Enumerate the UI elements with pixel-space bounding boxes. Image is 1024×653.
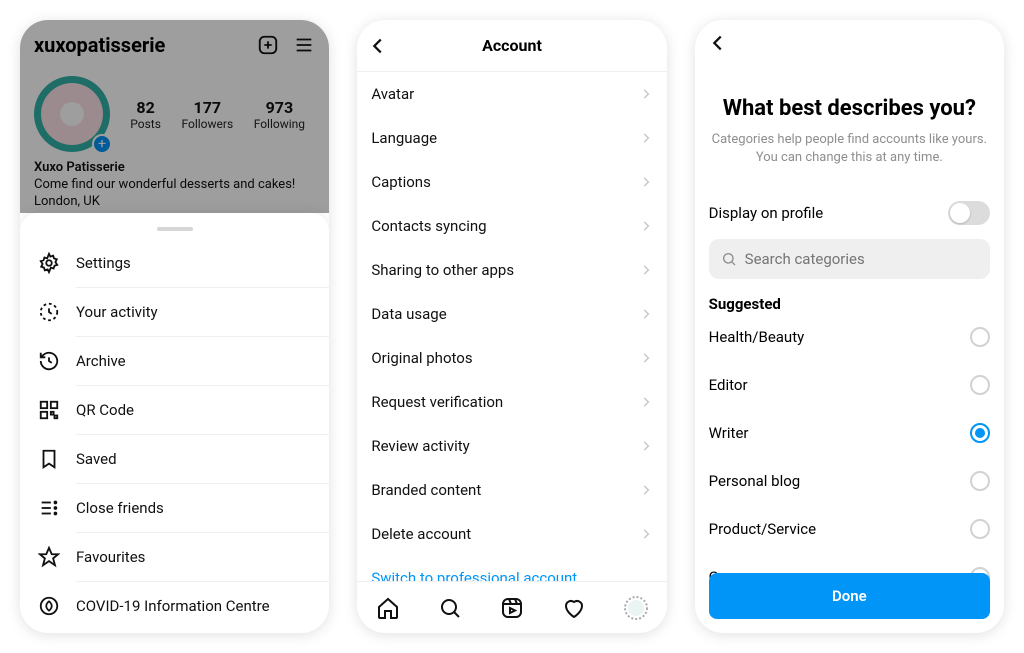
- chevron-right-icon: [639, 131, 653, 145]
- tab-search-icon[interactable]: [438, 596, 462, 620]
- chevron-right-icon: [639, 175, 653, 189]
- category-body[interactable]: What best describes you? Categories help…: [695, 66, 1004, 633]
- menu-item-qr-code[interactable]: QR Code: [20, 386, 329, 434]
- page-subtitle: Categories help people find accounts lik…: [709, 131, 990, 167]
- star-icon: [38, 546, 60, 568]
- list-item-original-photos[interactable]: Original photos: [357, 336, 666, 380]
- menu-item-favourites[interactable]: Favourites: [20, 533, 329, 581]
- list-item-request-verification[interactable]: Request verification: [357, 380, 666, 424]
- menu-item-label: COVID-19 Information Centre: [76, 597, 270, 615]
- menu-item-label: QR Code: [76, 401, 134, 419]
- menu-item-label: Favourites: [76, 548, 145, 566]
- phone-account-settings: Account Avatar Language Captions Contact…: [357, 20, 666, 633]
- list-item-branded-content[interactable]: Branded content: [357, 468, 666, 512]
- screen-header: Account: [357, 20, 666, 72]
- category-option-product-service[interactable]: Product/Service: [709, 505, 990, 553]
- done-button[interactable]: Done: [709, 573, 990, 619]
- menu-item-close-friends[interactable]: Close friends: [20, 484, 329, 532]
- suggested-heading: Suggested: [709, 295, 990, 313]
- category-option-personal-blog[interactable]: Personal blog: [709, 457, 990, 505]
- chevron-right-icon: [639, 307, 653, 321]
- radio-unselected: [970, 471, 990, 491]
- chevron-right-icon: [639, 483, 653, 497]
- qr-icon: [38, 399, 60, 421]
- chevron-right-icon: [639, 87, 653, 101]
- category-option-writer[interactable]: Writer: [709, 409, 990, 457]
- history-icon: [38, 350, 60, 372]
- page-title: What best describes you?: [709, 96, 990, 121]
- screen-title: Account: [482, 36, 542, 55]
- list-item-sharing[interactable]: Sharing to other apps: [357, 248, 666, 292]
- tab-home-icon[interactable]: [376, 596, 400, 620]
- menu-item-covid[interactable]: COVID-19 Information Centre: [20, 582, 329, 630]
- search-input[interactable]: [745, 250, 978, 268]
- list-item-review-activity[interactable]: Review activity: [357, 424, 666, 468]
- menu-item-archive[interactable]: Archive: [20, 337, 329, 385]
- chevron-right-icon: [639, 263, 653, 277]
- radio-selected: [970, 423, 990, 443]
- search-icon: [721, 251, 737, 267]
- radio-unselected: [970, 519, 990, 539]
- display-on-profile-toggle[interactable]: [948, 201, 990, 225]
- list-item-delete-account[interactable]: Delete account: [357, 512, 666, 556]
- menu-item-label: Saved: [76, 450, 117, 468]
- covid-icon: [38, 595, 60, 617]
- chevron-right-icon: [639, 439, 653, 453]
- tab-reels-icon[interactable]: [500, 596, 524, 620]
- list-item-language[interactable]: Language: [357, 116, 666, 160]
- search-field[interactable]: [709, 239, 990, 279]
- radio-unselected: [970, 327, 990, 347]
- back-button[interactable]: [707, 32, 729, 54]
- link-switch-professional[interactable]: Switch to professional account: [357, 556, 666, 581]
- back-button[interactable]: [367, 35, 389, 57]
- category-option-health-beauty[interactable]: Health/Beauty: [709, 313, 990, 361]
- phone-category-select: What best describes you? Categories help…: [695, 20, 1004, 633]
- tab-activity-icon[interactable]: [562, 596, 586, 620]
- menu-item-label: Archive: [76, 352, 126, 370]
- activity-icon: [38, 301, 60, 323]
- list-item-avatar[interactable]: Avatar: [357, 72, 666, 116]
- list-item-captions[interactable]: Captions: [357, 160, 666, 204]
- bookmark-icon: [38, 448, 60, 470]
- dim-overlay[interactable]: [20, 20, 329, 213]
- menu-item-label: Close friends: [76, 499, 164, 517]
- chevron-right-icon: [639, 527, 653, 541]
- close-friends-icon: [38, 497, 60, 519]
- phone-profile-menu: xuxopatisserie + 82 Posts: [20, 20, 329, 633]
- display-on-profile-row: Display on profile: [709, 201, 990, 225]
- menu-item-label: Settings: [76, 254, 131, 272]
- list-item-data-usage[interactable]: Data usage: [357, 292, 666, 336]
- menu-item-saved[interactable]: Saved: [20, 435, 329, 483]
- account-list[interactable]: Avatar Language Captions Contacts syncin…: [357, 72, 666, 581]
- sheet-grabber[interactable]: [157, 227, 193, 231]
- gear-icon: [38, 252, 60, 274]
- menu-item-label: Your activity: [76, 303, 158, 321]
- screen-header: [695, 20, 1004, 66]
- bottom-tab-bar: [357, 581, 666, 633]
- category-option-editor[interactable]: Editor: [709, 361, 990, 409]
- display-on-profile-label: Display on profile: [709, 204, 824, 222]
- bottom-sheet: Settings Your activity Archive QR Code S: [20, 213, 329, 633]
- tab-profile-icon[interactable]: [624, 596, 648, 620]
- chevron-right-icon: [639, 395, 653, 409]
- radio-unselected: [970, 375, 990, 395]
- list-item-contacts-syncing[interactable]: Contacts syncing: [357, 204, 666, 248]
- chevron-right-icon: [639, 219, 653, 233]
- menu-item-your-activity[interactable]: Your activity: [20, 288, 329, 336]
- menu-item-settings[interactable]: Settings: [20, 239, 329, 287]
- chevron-right-icon: [639, 351, 653, 365]
